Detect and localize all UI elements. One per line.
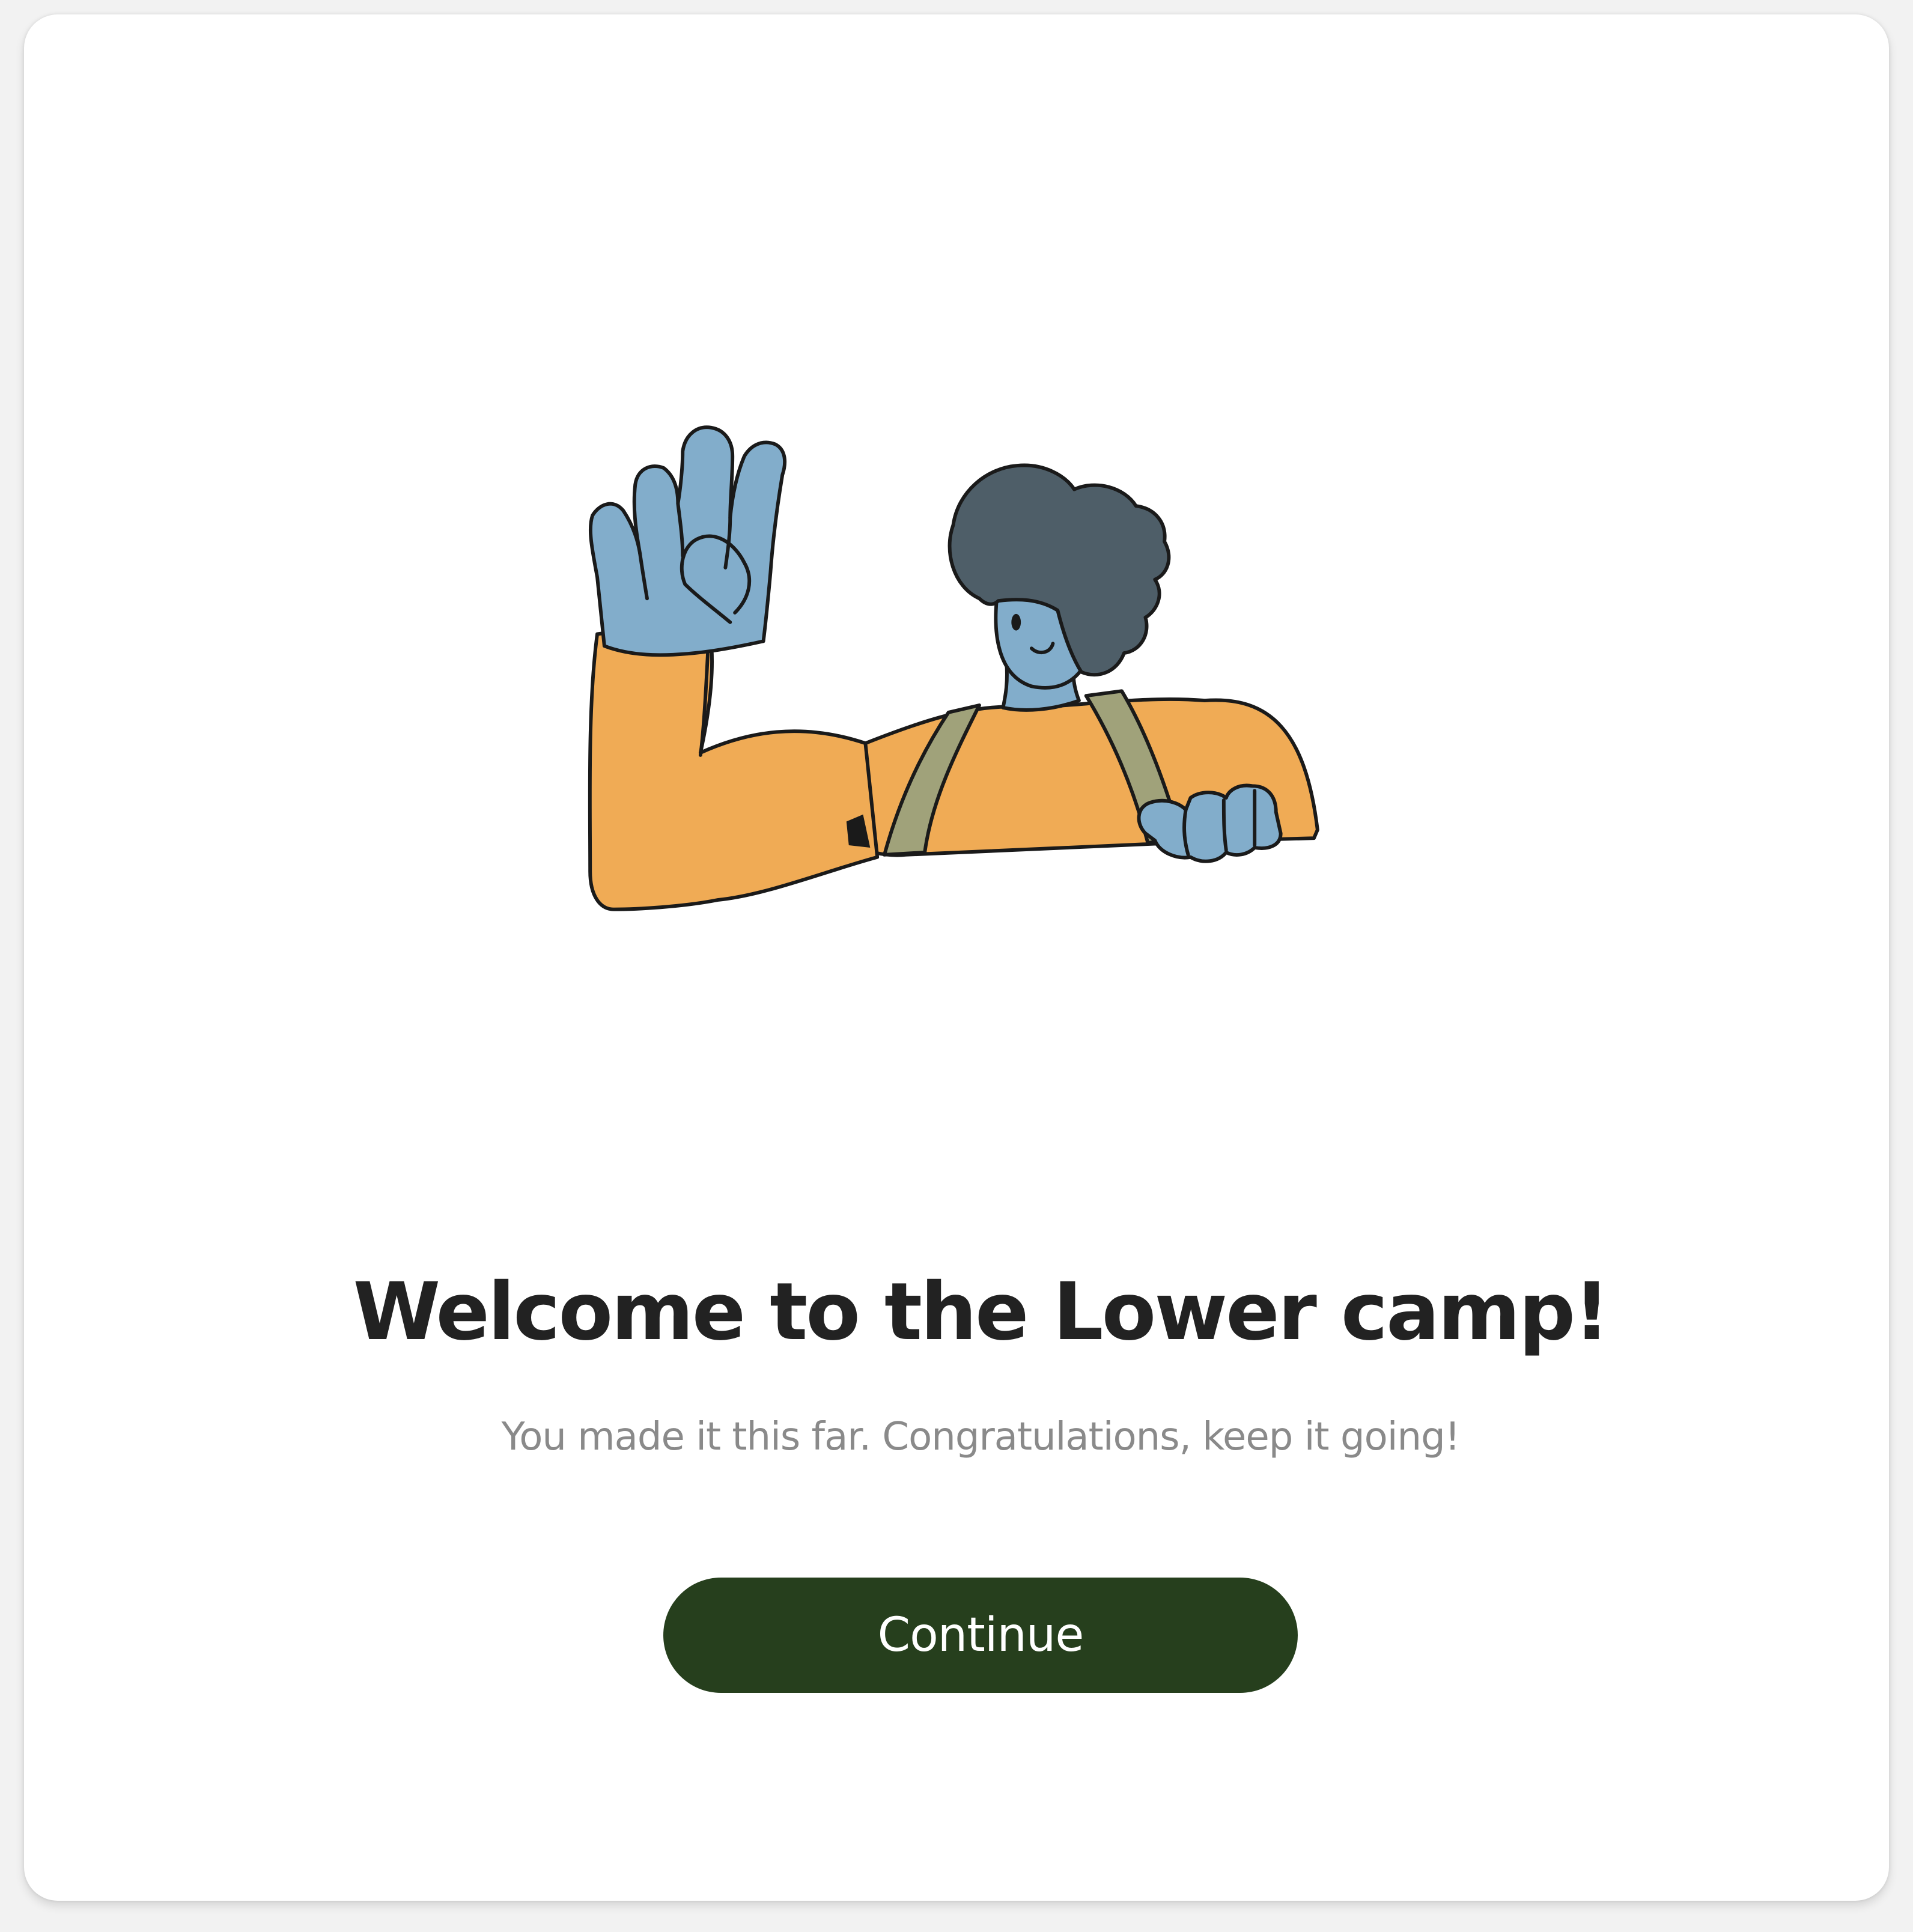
raised-hand <box>588 425 786 657</box>
page-title: Welcome to the Lower camp! <box>353 1266 1610 1358</box>
eye <box>1011 613 1021 631</box>
subtitle: You made it this far. Congratulations, k… <box>501 1415 1461 1459</box>
continue-button[interactable]: Continue <box>663 1578 1298 1693</box>
welcome-modal: Welcome to the Lower camp! You made it t… <box>24 14 1889 1901</box>
shirt-sleeve <box>588 610 880 911</box>
waving-person-illustration <box>584 421 1375 990</box>
